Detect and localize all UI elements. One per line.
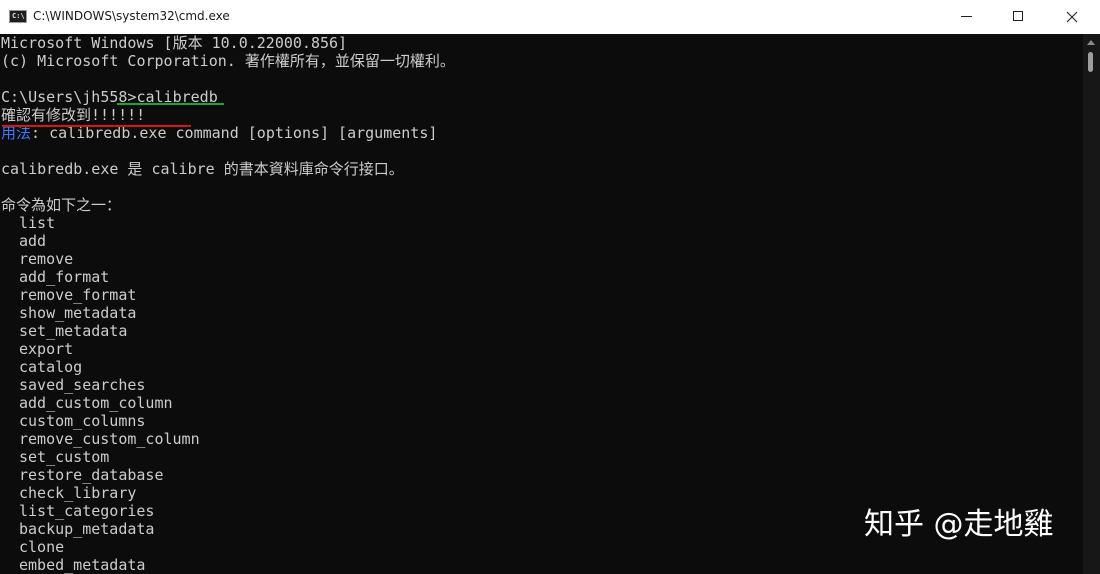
close-icon xyxy=(1066,11,1078,23)
console-line: calibredb.exe 是 calibre 的書本資料庫命令行接口。 xyxy=(1,160,404,178)
command-item: saved_searches xyxy=(19,376,146,394)
command-item: add_format xyxy=(19,268,110,286)
green-underline-annotation xyxy=(117,103,224,105)
console-line: Microsoft Windows [版本 10.0.22000.856] xyxy=(1,34,348,52)
command-item: add_custom_column xyxy=(19,394,173,412)
command-item: remove_custom_column xyxy=(19,430,200,448)
command-item: export xyxy=(19,340,74,358)
command-item: remove_format xyxy=(19,286,137,304)
command-item: list xyxy=(19,214,56,232)
command-item: check_library xyxy=(19,484,137,502)
command-item: remove xyxy=(19,250,74,268)
cmd-icon[interactable]: C:\ xyxy=(9,10,27,23)
scroll-up-arrow-icon[interactable] xyxy=(1087,40,1095,45)
minimize-icon xyxy=(961,16,972,17)
command-item: show_metadata xyxy=(19,304,137,322)
console-output[interactable]: Microsoft Windows [版本 10.0.22000.856] (c… xyxy=(0,34,1083,574)
maximize-button[interactable] xyxy=(996,0,1042,34)
console-line: 確認有修改到!!!!!! xyxy=(1,106,146,124)
command-item: clone xyxy=(19,538,65,556)
cmd-icon-glyph: C:\ xyxy=(12,12,25,20)
watermark: 知乎 @走地雞 xyxy=(864,507,1054,542)
command-item: catalog xyxy=(19,358,83,376)
red-underline-annotation xyxy=(2,125,191,127)
command-item: set_metadata xyxy=(19,322,128,340)
console-line: 命令為如下之一： xyxy=(1,196,122,214)
vertical-scrollbar[interactable] xyxy=(1083,34,1100,574)
command-item: set_custom xyxy=(19,448,110,466)
title-bar: C:\ C:\WINDOWS\system32\cmd.exe xyxy=(0,0,1100,34)
maximize-icon xyxy=(1013,11,1023,21)
command-item: restore_database xyxy=(19,466,164,484)
command-item: backup_metadata xyxy=(19,520,155,538)
command-item: embed_metadata xyxy=(19,556,146,574)
command-item: custom_columns xyxy=(19,412,146,430)
window-title: C:\WINDOWS\system32\cmd.exe xyxy=(33,9,230,23)
minimize-button[interactable] xyxy=(943,0,989,34)
command-item: list_categories xyxy=(19,502,155,520)
scroll-thumb[interactable] xyxy=(1088,52,1093,72)
command-item: add xyxy=(19,232,47,250)
console-line: (c) Microsoft Corporation. 著作權所有，並保留一切權利… xyxy=(1,52,455,70)
close-button[interactable] xyxy=(1049,0,1095,34)
